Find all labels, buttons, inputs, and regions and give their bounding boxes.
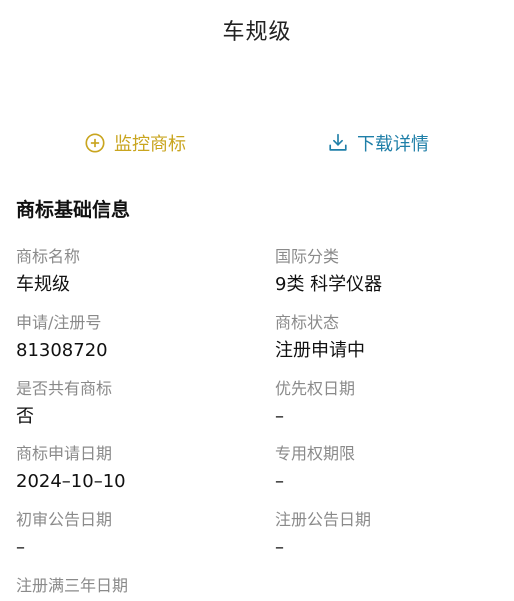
plus-circle-icon xyxy=(85,133,105,153)
field-value: – xyxy=(16,537,25,558)
field-label: 是否共有商标 xyxy=(16,379,113,398)
field-value: 车规级 xyxy=(16,274,70,295)
field-registration-number: 申请/注册号 81308720 xyxy=(16,312,256,364)
field-label: 商标名称 xyxy=(16,247,81,266)
field-label: 国际分类 xyxy=(275,247,340,266)
field-trademark-status: 商标状态 注册申请中 xyxy=(275,312,514,364)
download-icon xyxy=(329,133,347,151)
field-label: 优先权日期 xyxy=(275,379,356,398)
field-label: 商标申请日期 xyxy=(16,444,113,463)
field-label: 注册满三年日期 xyxy=(16,576,129,595)
monitor-trademark-label: 监控商标 xyxy=(114,134,186,155)
field-label: 专用权期限 xyxy=(275,444,356,463)
section-title-basic-info: 商标基础信息 xyxy=(16,199,131,221)
field-application-date: 商标申请日期 2024–10–10 xyxy=(16,443,256,495)
download-details-button[interactable]: 下载详情 xyxy=(327,128,429,158)
field-exclusive-right-term: 专用权期限 – xyxy=(275,443,514,495)
download-details-label: 下载详情 xyxy=(357,134,429,155)
field-value: 注册申请中 xyxy=(275,340,365,361)
field-registration-announcement-date: 注册公告日期 – xyxy=(275,509,514,561)
field-label: 初审公告日期 xyxy=(16,510,113,529)
field-value: 2024–10–10 xyxy=(16,471,126,492)
field-trademark-name: 商标名称 车规级 xyxy=(16,246,256,298)
field-international-class: 国际分类 9类 科学仪器 xyxy=(275,246,514,298)
field-preliminary-announcement-date: 初审公告日期 – xyxy=(16,509,256,561)
field-priority-date: 优先权日期 – xyxy=(275,378,514,430)
field-label: 注册公告日期 xyxy=(275,510,372,529)
field-value: – xyxy=(275,406,284,427)
page-title: 车规级 xyxy=(222,20,292,45)
field-shared-trademark: 是否共有商标 否 xyxy=(16,378,256,430)
monitor-trademark-button[interactable]: 监控商标 xyxy=(84,128,186,158)
field-value: – xyxy=(275,537,284,558)
field-label: 商标状态 xyxy=(275,313,340,332)
field-value: 9类 科学仪器 xyxy=(275,274,383,295)
field-value: 否 xyxy=(16,406,34,427)
action-bar: 监控商标 下载详情 xyxy=(0,128,514,158)
field-value: 81308720 xyxy=(16,340,108,361)
field-label: 申请/注册号 xyxy=(16,313,102,332)
field-three-years-registered-date: 注册满三年日期 xyxy=(16,575,256,601)
field-value: – xyxy=(275,471,284,492)
